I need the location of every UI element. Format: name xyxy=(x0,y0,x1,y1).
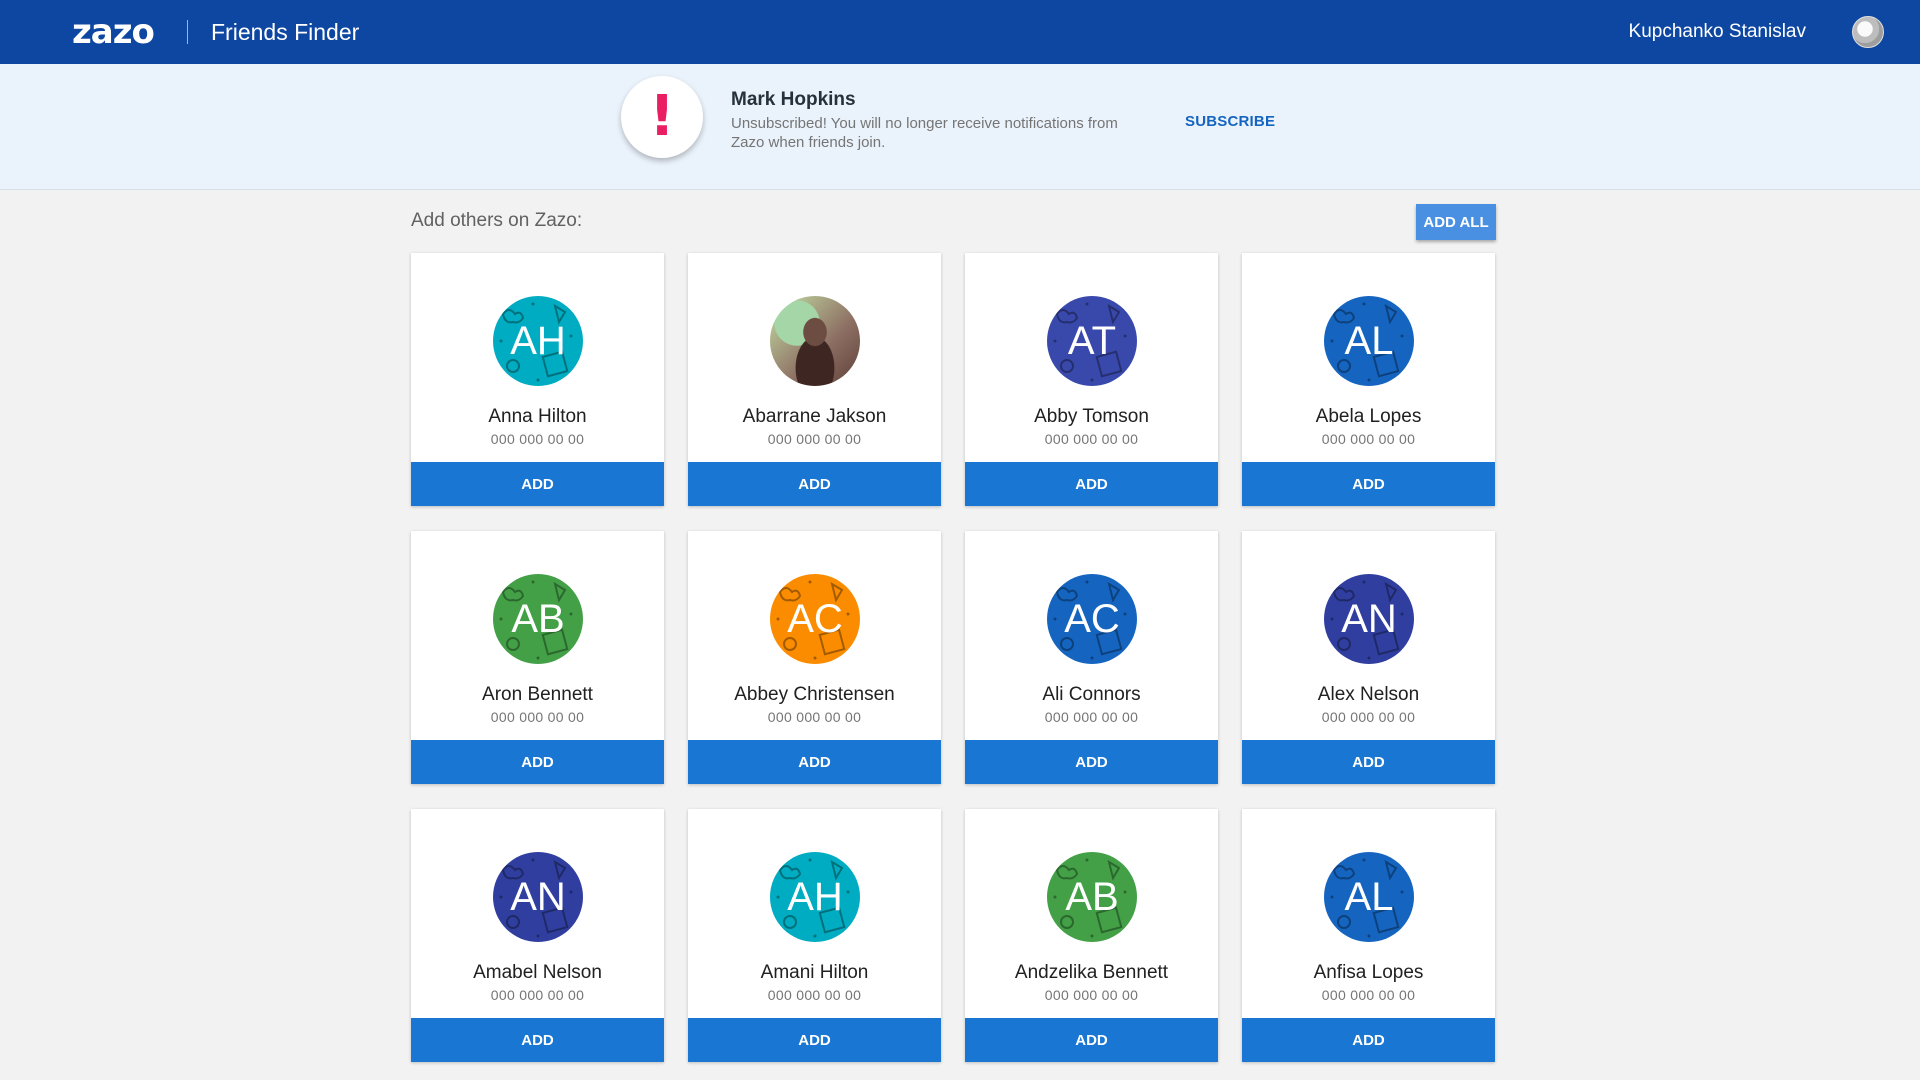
contact-initials: AN xyxy=(510,875,566,919)
add-contact-button[interactable]: ADD xyxy=(688,1018,941,1062)
contact-card: AH Amani Hilton 000 000 00 00 ADD xyxy=(688,809,941,1062)
contact-initials: AC xyxy=(1064,597,1120,641)
contact-initials: AL xyxy=(1344,319,1394,363)
contact-name: Andzelika Bennett xyxy=(1014,962,1169,983)
contact-name: Abby Tomson xyxy=(1034,406,1149,427)
user-avatar-icon[interactable] xyxy=(1852,16,1884,48)
contact-phone: 000 000 00 00 xyxy=(1321,987,1416,1003)
contact-phone: 000 000 00 00 xyxy=(490,431,585,447)
contact-name: Amabel Nelson xyxy=(473,962,602,983)
title-divider xyxy=(187,20,188,44)
contact-card: AC Ali Connors 000 000 00 00 ADD xyxy=(965,531,1218,784)
contact-avatar: AH xyxy=(493,296,583,386)
section-heading: Add others on Zazo: xyxy=(411,210,583,231)
contact-name: Anna Hilton xyxy=(488,406,587,427)
contact-phone: 000 000 00 00 xyxy=(490,987,585,1003)
contact-avatar: AB xyxy=(493,574,583,664)
add-contact-button[interactable]: ADD xyxy=(965,462,1218,506)
contact-card: AN Amabel Nelson 000 000 00 00 ADD xyxy=(411,809,664,1062)
add-contact-button[interactable]: ADD xyxy=(965,740,1218,784)
contact-card: Abarrane Jakson 000 000 00 00 ADD xyxy=(688,253,941,506)
add-contact-button[interactable]: ADD xyxy=(411,462,664,506)
app-title: Friends Finder xyxy=(211,19,360,45)
exclamation-icon: ! xyxy=(621,76,703,158)
contact-avatar: AB xyxy=(1047,852,1137,942)
contact-phone: 000 000 00 00 xyxy=(767,431,862,447)
add-contact-button[interactable]: ADD xyxy=(1242,462,1495,506)
contact-avatar: AN xyxy=(493,852,583,942)
contact-name: Anfisa Lopes xyxy=(1313,962,1424,983)
contact-card: AB Andzelika Bennett 000 000 00 00 ADD xyxy=(965,809,1218,1062)
contact-initials: AH xyxy=(787,875,843,919)
contact-initials: AT xyxy=(1067,319,1117,363)
contact-name: Amani Hilton xyxy=(760,962,869,983)
contact-avatar: AN xyxy=(1324,574,1414,664)
contact-phone: 000 000 00 00 xyxy=(1044,431,1139,447)
add-contact-button[interactable]: ADD xyxy=(688,740,941,784)
add-contact-button[interactable]: ADD xyxy=(965,1018,1218,1062)
contact-avatar: AT xyxy=(1047,296,1137,386)
contact-card: AB Aron Bennett 000 000 00 00 ADD xyxy=(411,531,664,784)
contact-name: Alex Nelson xyxy=(1317,684,1420,705)
zazo-logo[interactable]: zazo xyxy=(72,12,155,52)
contact-photo xyxy=(770,296,860,386)
add-contact-button[interactable]: ADD xyxy=(1242,740,1495,784)
contact-card: AN Alex Nelson 000 000 00 00 ADD xyxy=(1242,531,1495,784)
add-contact-button[interactable]: ADD xyxy=(1242,1018,1495,1062)
notification-banner: ! Mark Hopkins Unsubscribed! You will no… xyxy=(0,64,1920,190)
contact-phone: 000 000 00 00 xyxy=(1321,709,1416,725)
contact-name: Abbey Christensen xyxy=(734,684,895,705)
banner-contact-name: Mark Hopkins xyxy=(731,89,856,110)
contact-phone: 000 000 00 00 xyxy=(767,709,862,725)
contact-card: AT Abby Tomson 000 000 00 00 ADD xyxy=(965,253,1218,506)
contact-phone: 000 000 00 00 xyxy=(1321,431,1416,447)
add-contact-button[interactable]: ADD xyxy=(411,740,664,784)
contact-avatar: AH xyxy=(770,852,860,942)
contact-phone: 000 000 00 00 xyxy=(490,709,585,725)
contact-initials: AC xyxy=(787,597,843,641)
banner-message: Unsubscribed! You will no longer receive… xyxy=(731,115,1118,151)
contact-phone: 000 000 00 00 xyxy=(767,987,862,1003)
contact-card: AL Anfisa Lopes 000 000 00 00 ADD xyxy=(1242,809,1495,1062)
contact-phone: 000 000 00 00 xyxy=(1044,987,1139,1003)
contact-name: Abarrane Jakson xyxy=(742,406,887,427)
contacts-grid: AH Anna Hilton 000 000 00 00 ADD Abarrane Ja… xyxy=(411,253,1495,1062)
add-all-button[interactable]: ADD ALL xyxy=(1416,204,1496,240)
contact-avatar: AC xyxy=(1047,574,1137,664)
contact-name: Ali Connors xyxy=(1042,684,1141,705)
contact-avatar: AC xyxy=(770,574,860,664)
user-name[interactable]: Kupchanko Stanislav xyxy=(1629,20,1806,44)
subscribe-button[interactable]: SUBSCRIBE xyxy=(1185,113,1275,130)
contact-initials: AL xyxy=(1344,875,1394,919)
add-contact-button[interactable]: ADD xyxy=(688,462,941,506)
contact-avatar: AL xyxy=(1324,296,1414,386)
contact-initials: AH xyxy=(510,319,566,363)
contact-card: AC Abbey Christensen 000 000 00 00 ADD xyxy=(688,531,941,784)
contact-initials: AN xyxy=(1341,597,1397,641)
contact-name: Abela Lopes xyxy=(1315,406,1422,427)
contact-initials: AB xyxy=(511,597,565,641)
contact-initials: AB xyxy=(1065,875,1119,919)
add-contact-button[interactable]: ADD xyxy=(411,1018,664,1062)
contact-avatar: AL xyxy=(1324,852,1414,942)
contact-card: AL Abela Lopes 000 000 00 00 ADD xyxy=(1242,253,1495,506)
contact-phone: 000 000 00 00 xyxy=(1044,709,1139,725)
contact-card: AH Anna Hilton 000 000 00 00 ADD xyxy=(411,253,664,506)
top-app-bar: zazo Friends Finder Kupchanko Stanislav xyxy=(0,0,1920,64)
contact-name: Aron Bennett xyxy=(482,684,593,705)
